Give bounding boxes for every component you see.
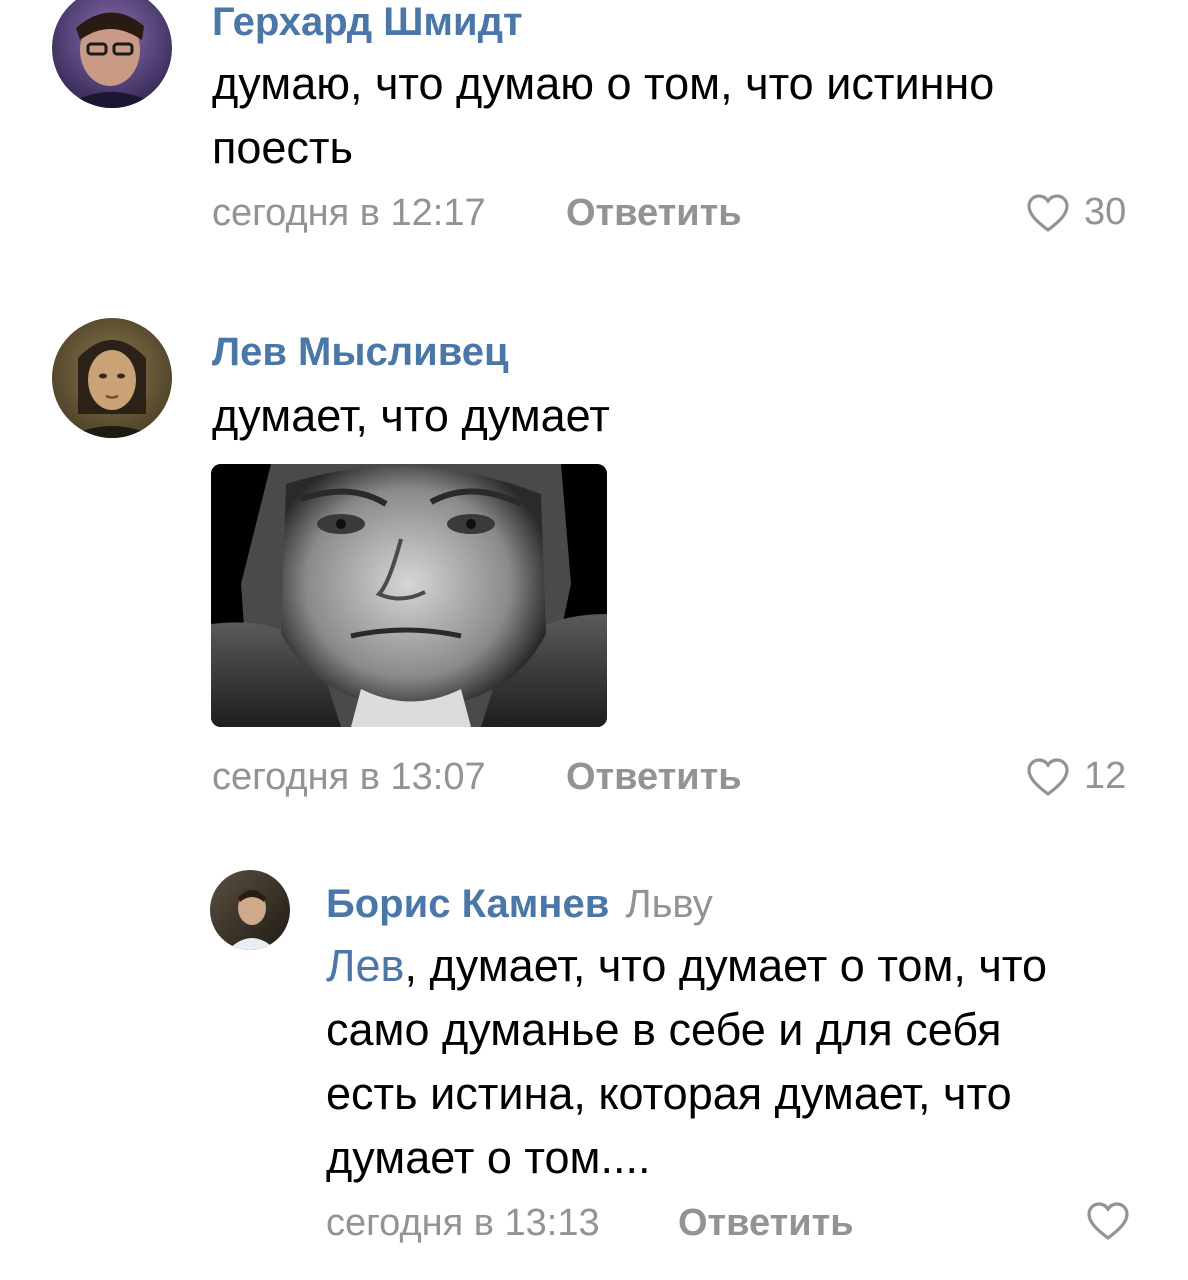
avatar[interactable]	[52, 318, 172, 438]
mention-link[interactable]: Лев	[326, 940, 404, 991]
reply-to-label[interactable]: Льву	[625, 882, 712, 926]
comment-text-line: само думанье в себе и для себя	[326, 1004, 1002, 1055]
comment-text-line: думает, что думает	[212, 390, 610, 441]
comment-timestamp: сегодня в 13:13	[326, 1202, 600, 1244]
heart-outline-icon	[1027, 757, 1069, 796]
heart-outline-icon	[1027, 193, 1069, 232]
reply-button[interactable]: Ответить	[566, 758, 742, 796]
comment-text: думает, что думает	[212, 384, 610, 448]
comment: Лев Мысливец думает, что думает сегодня …	[0, 300, 1188, 820]
like-button[interactable]	[1086, 1201, 1130, 1241]
like-button[interactable]: 30	[1026, 191, 1126, 234]
comment-text-fragment: , думает, что думает о том, что	[404, 940, 1047, 991]
comment-timestamp: сегодня в 12:17	[212, 192, 486, 234]
reply-button[interactable]: Ответить	[678, 1204, 854, 1242]
like-button[interactable]: 12	[1026, 755, 1126, 798]
comment-text-line: поесть	[212, 122, 353, 173]
author-name[interactable]: Герхард Шмидт	[212, 2, 523, 42]
comment: Герхард Шмидт думаю, что думаю о том, чт…	[0, 0, 1188, 260]
comment-text-line: Лев, думает, что думает о том, что	[326, 934, 1047, 998]
like-count: 12	[1084, 755, 1127, 797]
comment-text-line: есть истина, которая думает, что	[326, 1068, 1012, 1119]
avatar[interactable]	[210, 870, 290, 950]
comment-text-line: думает о том....	[326, 1132, 651, 1183]
like-count: 30	[1084, 191, 1127, 233]
heart-outline-icon	[1087, 1202, 1129, 1241]
comment-text: Лев, думает, что думает о том, что само …	[326, 934, 1047, 1190]
attached-photo[interactable]	[211, 464, 607, 727]
comment-text-line: думаю, что думаю о том, что истинно	[212, 58, 995, 109]
author-link[interactable]: Борис Камнев	[326, 882, 609, 926]
author-name[interactable]: Лев Мысливец	[212, 332, 509, 372]
comment-text: думаю, что думаю о том, что истинно поес…	[212, 52, 994, 180]
avatar[interactable]	[52, 0, 172, 108]
reply-button[interactable]: Ответить	[566, 194, 742, 232]
comment-timestamp: сегодня в 13:07	[212, 756, 486, 798]
author-name: Борис Камнев Льву	[326, 884, 713, 924]
comment-reply: Борис Камнев Льву Лев, думает, что думает…	[0, 860, 1188, 1280]
